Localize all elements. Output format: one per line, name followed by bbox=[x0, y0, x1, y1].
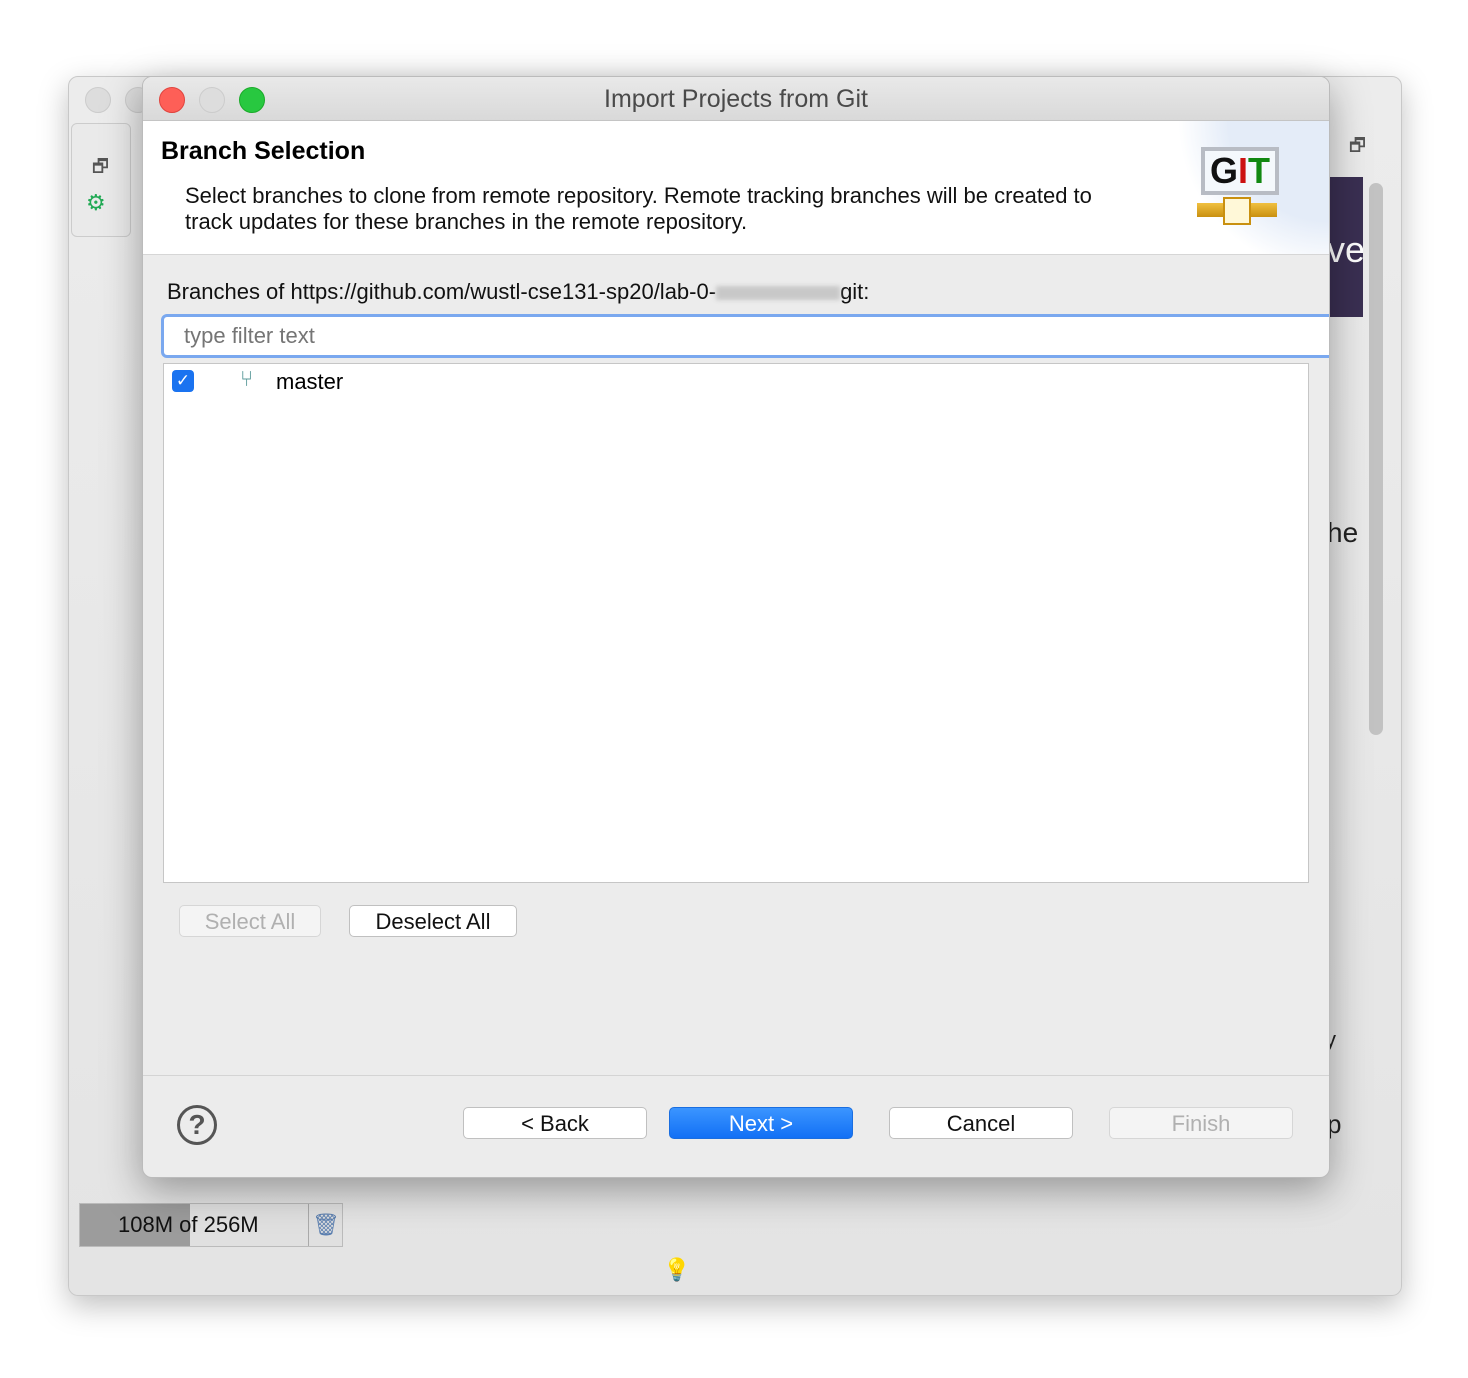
heap-status[interactable]: 108M of 256M 🗑 bbox=[79, 1203, 343, 1247]
welcome-banner: ve bbox=[1329, 177, 1363, 317]
wizard-header: Branch Selection Select branches to clon… bbox=[143, 121, 1329, 255]
restore-icon[interactable]: 🗗 bbox=[92, 154, 109, 184]
branch-icon: ⑂ bbox=[240, 366, 254, 391]
scrollbar[interactable] bbox=[1369, 183, 1383, 735]
next-button[interactable]: Next > bbox=[669, 1107, 853, 1139]
help-icon[interactable]: ? bbox=[177, 1105, 217, 1145]
redacted-text bbox=[716, 286, 841, 301]
git-logo-text: GIT bbox=[1201, 147, 1279, 195]
git-logo-joint bbox=[1223, 197, 1251, 225]
list-item[interactable]: ✓ ⑂ master bbox=[164, 364, 1308, 398]
description-line: track updates for these branches in the … bbox=[185, 209, 748, 234]
branches-label-prefix: Branches of https://github.com/wustl-cse… bbox=[167, 279, 717, 304]
git-logo: GIT bbox=[1179, 121, 1329, 254]
branches-label-suffix: git: bbox=[840, 279, 870, 304]
select-all-button[interactable]: Select All bbox=[179, 905, 321, 937]
description-line: Select branches to clone from remote rep… bbox=[185, 183, 1092, 208]
restore-icon[interactable]: 🗗 bbox=[1349, 133, 1366, 163]
branch-list: ✓ ⑂ master bbox=[163, 363, 1309, 883]
page-description: Select branches to clone from remote rep… bbox=[185, 183, 1092, 235]
branch-name: master bbox=[276, 369, 344, 394]
branches-label: Branches of https://github.com/wustl-cse… bbox=[167, 279, 869, 305]
heap-label: 108M of 256M bbox=[118, 1212, 259, 1237]
window-title: Import Projects from Git bbox=[604, 85, 868, 113]
finish-button[interactable]: Finish bbox=[1109, 1107, 1293, 1139]
trash-icon[interactable]: 🗑 bbox=[308, 1204, 343, 1246]
import-dialog: Import Projects from Git Branch Selectio… bbox=[142, 76, 1330, 1178]
back-button[interactable]: < Back bbox=[463, 1107, 647, 1139]
java-perspective-icon[interactable]: ⚙ bbox=[86, 190, 106, 216]
divider bbox=[143, 1075, 1329, 1076]
lightbulb-icon[interactable]: 💡 bbox=[663, 1257, 690, 1283]
filter-input[interactable] bbox=[161, 314, 1329, 358]
cancel-button[interactable]: Cancel bbox=[889, 1107, 1073, 1139]
page-title: Branch Selection bbox=[161, 137, 366, 165]
bg-close-button[interactable] bbox=[85, 87, 111, 113]
deselect-all-button[interactable]: Deselect All bbox=[349, 905, 517, 937]
title-bar: Import Projects from Git bbox=[143, 77, 1329, 121]
branch-checkbox[interactable]: ✓ bbox=[172, 370, 194, 392]
bg-text-fragment: he bbox=[1327, 517, 1359, 548]
perspective-toolbar: 🗗 ⚙ bbox=[71, 123, 131, 237]
